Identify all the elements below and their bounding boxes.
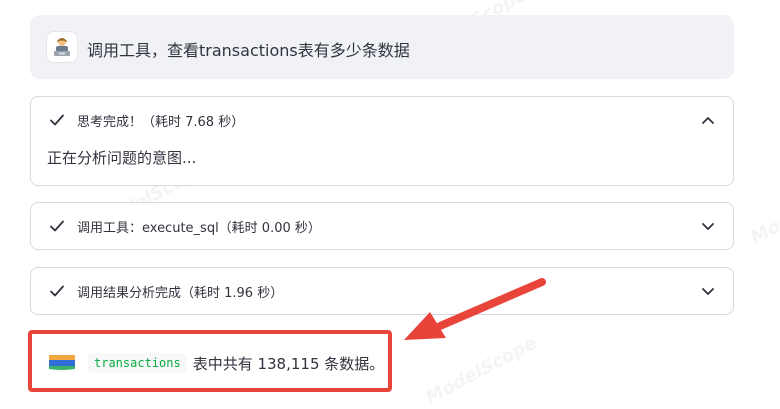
expander-label: 调用工具：execute_sql（耗时 0.00 秒） (77, 221, 321, 236)
person-at-computer-icon (46, 31, 78, 63)
expander-header[interactable]: 调用工具：execute_sql（耗时 0.00 秒） (31, 203, 733, 249)
check-icon (50, 285, 64, 297)
expander-result-analysis: 调用结果分析完成（耗时 1.96 秒） (30, 267, 734, 315)
expander-label: 思考完成！（耗时 7.68 秒） (77, 115, 245, 130)
expander-body-text: 正在分析问题的意图... (47, 149, 197, 167)
user-message-text: 调用工具，查看transactions表有多少条数据 (87, 41, 410, 60)
check-icon (50, 114, 64, 126)
chevron-down-icon[interactable] (701, 220, 715, 232)
expander-label: 调用结果分析完成（耗时 1.96 秒） (77, 286, 284, 301)
expander-header[interactable]: 思考完成！（耗时 7.68 秒） (31, 97, 733, 143)
expander-thinking: 思考完成！（耗时 7.68 秒） 正在分析问题的意图... (30, 96, 734, 186)
expander-header[interactable]: 调用结果分析完成（耗时 1.96 秒） (31, 268, 733, 314)
user-message: 调用工具，查看transactions表有多少条数据 (30, 15, 734, 79)
expander-tool-call: 调用工具：execute_sql（耗时 0.00 秒） (30, 202, 734, 250)
chevron-up-icon[interactable] (701, 114, 715, 126)
check-icon (50, 220, 64, 232)
watermark: ModelScope (747, 172, 780, 249)
arrow-annotation (404, 278, 546, 340)
highlight-box (28, 330, 392, 392)
chevron-down-icon[interactable] (701, 285, 715, 297)
